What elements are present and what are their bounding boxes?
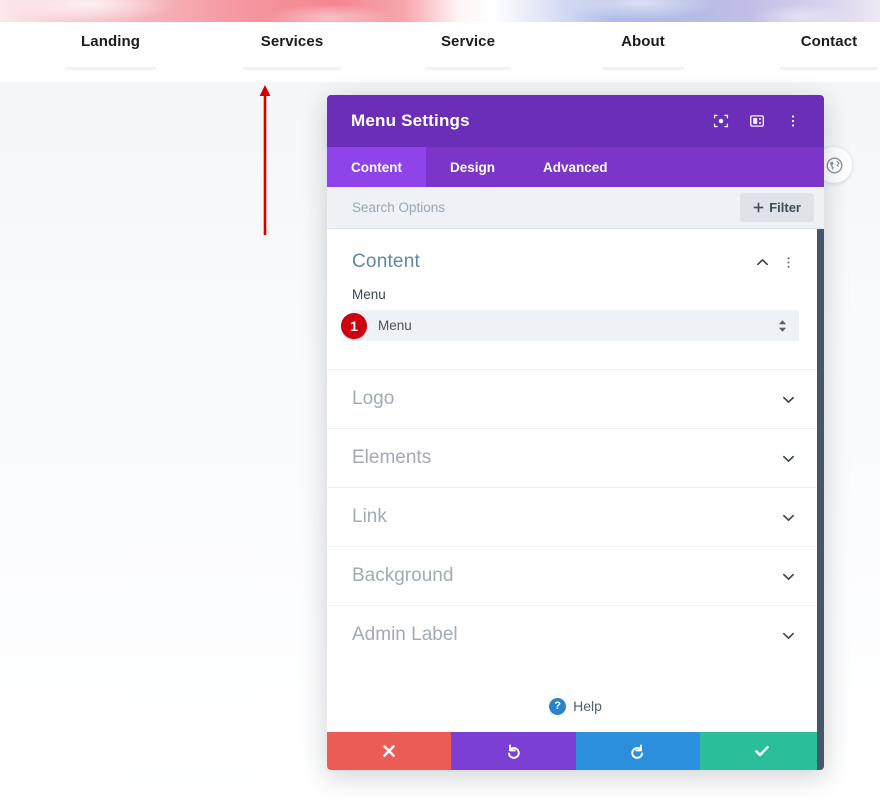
layout-panel-glyph (750, 115, 764, 127)
collapsed-sections-list: Logo Elements Link Background Admin Label (327, 369, 824, 664)
modal-header: Menu Settings (327, 95, 824, 147)
modal-scrollbar-thumb[interactable] (817, 229, 824, 770)
chevron-down-icon[interactable] (777, 506, 799, 528)
chevron-down-glyph (782, 396, 794, 403)
nav-underline-service (425, 67, 511, 70)
globe-icon (826, 157, 842, 173)
content-section: Content Menu Menu 1 (327, 229, 824, 347)
section-logo[interactable]: Logo (327, 369, 824, 428)
more-vertical-icon[interactable] (778, 106, 808, 136)
section-background[interactable]: Background (327, 546, 824, 605)
section-label: Admin Label (352, 624, 458, 645)
hero-watercolor-banner (0, 0, 880, 22)
section-elements[interactable]: Elements (327, 428, 824, 487)
save-button[interactable] (699, 732, 824, 770)
nav-underline-landing (65, 67, 156, 70)
layout-panel-icon[interactable] (742, 106, 772, 136)
more-vertical-glyph (791, 115, 795, 127)
chevron-down-glyph (782, 514, 794, 521)
chevron-down-icon[interactable] (777, 388, 799, 410)
modal-footer (327, 732, 824, 770)
help-row: ? Help (327, 680, 824, 732)
tab-content[interactable]: Content (327, 147, 426, 187)
close-x-icon (383, 745, 395, 757)
menu-settings-modal: Menu Settings Content Design Advanced Se… (327, 95, 824, 770)
focus-target-icon[interactable] (706, 106, 736, 136)
filter-button[interactable]: Filter (740, 193, 814, 222)
nav-underline-about (602, 67, 684, 70)
chevron-down-glyph (782, 573, 794, 580)
undo-icon (507, 743, 520, 759)
chevron-down-icon[interactable] (777, 447, 799, 469)
menu-select[interactable]: Menu (352, 310, 799, 341)
nav-item-services[interactable]: Services (241, 33, 343, 50)
modal-tab-bar: Content Design Advanced (327, 147, 824, 187)
chevron-up-glyph (756, 258, 768, 265)
stepper-updown-glyph (778, 319, 787, 332)
help-link[interactable]: Help (573, 698, 602, 714)
undo-button[interactable] (451, 732, 576, 770)
site-navigation-bar: Landing Services Service About Contact (0, 22, 880, 82)
section-label: Logo (352, 388, 395, 409)
discard-button[interactable] (327, 732, 452, 770)
chevron-down-glyph (782, 632, 794, 639)
search-input[interactable] (352, 200, 741, 215)
red-up-arrow (252, 80, 282, 240)
nav-item-service[interactable]: Service (423, 33, 513, 50)
menu-select-wrapper: Menu 1 (341, 310, 799, 341)
section-more-vertical-icon[interactable] (777, 251, 799, 273)
search-options-bar: Filter (327, 187, 824, 229)
modal-scrollbar-track[interactable] (817, 229, 824, 770)
nav-item-about[interactable]: About (600, 33, 686, 50)
menu-select-value: Menu (378, 318, 412, 333)
section-label: Elements (352, 447, 432, 468)
redo-button[interactable] (575, 732, 700, 770)
menu-field: Menu Menu 1 (341, 273, 799, 341)
chevron-up-icon[interactable] (751, 251, 773, 273)
redo-icon (631, 743, 644, 759)
screen-root: Landing Services Service About Contact Menu … (0, 0, 880, 812)
section-link[interactable]: Link (327, 487, 824, 546)
chevron-down-glyph (782, 455, 794, 462)
chevron-down-icon[interactable] (777, 624, 799, 646)
stepper-updown-icon (778, 319, 787, 332)
section-more-glyph (786, 256, 790, 268)
nav-item-list: Landing Services Service About Contact (0, 22, 880, 82)
red-up-arrow-icon (259, 85, 271, 235)
section-admin-label[interactable]: Admin Label (327, 605, 824, 664)
checkmark-icon (755, 746, 769, 757)
plus-icon (753, 202, 764, 213)
section-label: Background (352, 565, 454, 586)
tab-design[interactable]: Design (426, 147, 519, 187)
filter-button-label: Filter (769, 200, 801, 215)
question-mark-icon: ? (549, 697, 567, 715)
content-section-title: Content (352, 251, 420, 272)
menu-field-label: Menu (352, 287, 386, 302)
nav-item-landing[interactable]: Landing (63, 33, 158, 50)
step-badge-1: 1 (341, 312, 367, 339)
nav-item-contact[interactable]: Contact (778, 33, 880, 50)
modal-title: Menu Settings (351, 111, 470, 130)
banner-wash-overlay (0, 0, 880, 22)
section-label: Link (352, 506, 387, 527)
modal-body: Content Menu Menu 1 Logo Elements Link B… (327, 229, 824, 732)
content-section-header: Content (352, 251, 799, 273)
nav-underline-services (243, 67, 341, 70)
chevron-down-icon[interactable] (777, 565, 799, 587)
nav-underline-contact (780, 67, 878, 70)
focus-target-glyph (713, 114, 729, 128)
tab-advanced[interactable]: Advanced (519, 147, 632, 187)
